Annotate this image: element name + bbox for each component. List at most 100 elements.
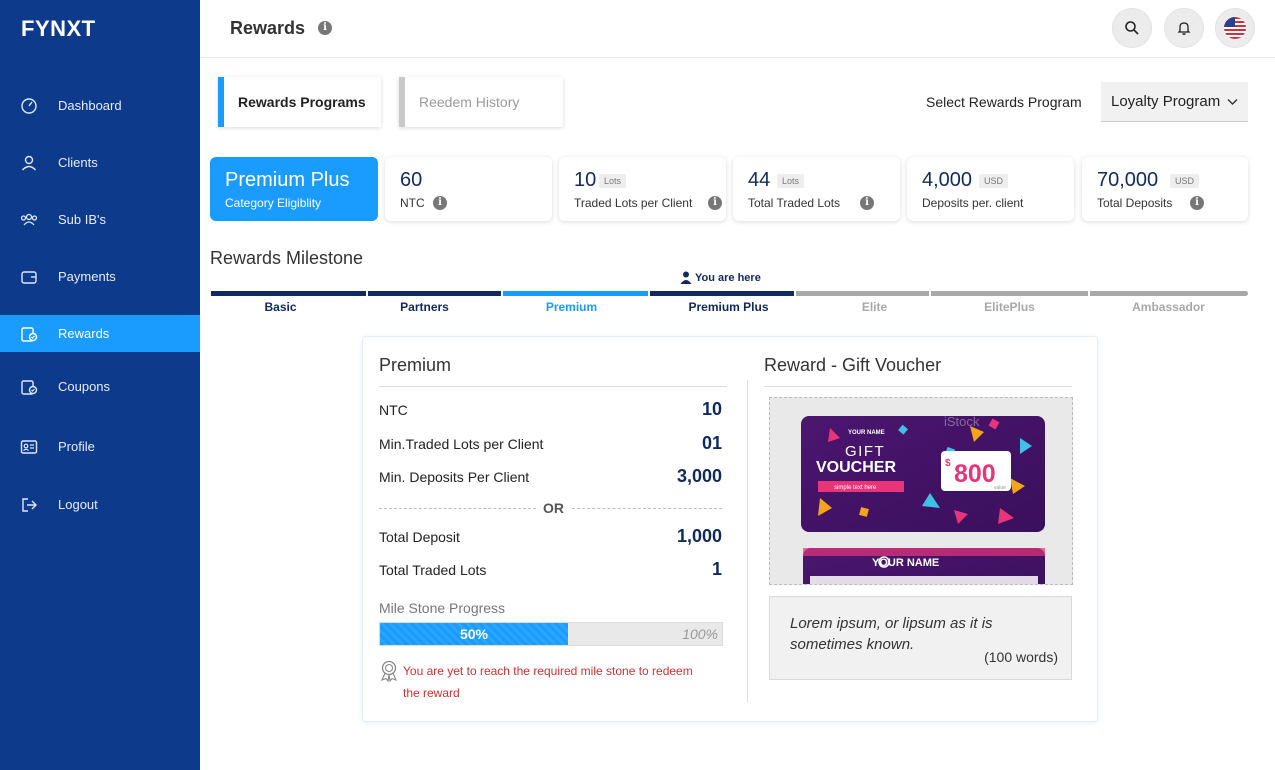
stat-card-ntc: 60 NTC i <box>385 157 552 221</box>
tab-inactive-indicator <box>399 77 405 127</box>
sidebar-item-rewards[interactable]: Rewards <box>0 315 200 352</box>
milestone-segment-elite <box>796 291 929 296</box>
page-title: Rewards <box>230 18 306 38</box>
users-group-icon <box>20 213 38 226</box>
sidebar-item-coupons[interactable]: Coupons <box>0 368 200 405</box>
requirement-value: 01 <box>701 433 722 453</box>
requirement-label: Total Deposit <box>379 529 460 545</box>
stat-label: Total Deposits <box>1097 196 1173 210</box>
stat-card-deposits-per-client: 4,000 USD Deposits per. client <box>907 157 1074 221</box>
fynxt-logo[interactable]: FYNXT <box>21 16 96 42</box>
stat-value: 70,000 <box>1097 169 1159 191</box>
stat-label: Total Traded Lots <box>748 196 841 210</box>
sidebar-item-sub-ibs[interactable]: Sub IB's <box>0 201 200 238</box>
stat-value: 60 <box>400 169 423 191</box>
search-icon <box>1125 21 1139 35</box>
requirement-value: 3,000 <box>676 466 722 486</box>
select-value: Loyalty Program <box>1111 93 1221 110</box>
profile-card-icon <box>20 440 38 454</box>
or-separator: OR <box>379 500 722 516</box>
sidebar-item-label: Profile <box>58 439 95 454</box>
info-icon[interactable]: i <box>1190 196 1204 210</box>
stat-unit: Lots <box>777 174 805 188</box>
or-dash-right <box>572 508 722 509</box>
search-button[interactable] <box>1112 8 1152 48</box>
milestone-title: Rewards Milestone <box>210 248 364 268</box>
sidebar-item-label: Logout <box>58 497 98 512</box>
stat-unit: USD <box>979 174 1009 188</box>
milestone-label-ambassador[interactable]: Ambassador <box>1090 300 1247 314</box>
milestone-segment-partners <box>368 291 501 296</box>
requirement-label: Total Traded Lots <box>379 562 487 578</box>
stat-unit: USD <box>1170 174 1200 188</box>
detail-divider <box>379 386 727 387</box>
stat-label: NTC <box>400 196 425 210</box>
progress-max: 100% <box>682 626 718 642</box>
voucher-amount-sub: value <box>994 485 1006 491</box>
milestone-segment-ambassador <box>1090 291 1248 296</box>
voucher-tagline: simple text here <box>834 485 877 491</box>
logout-icon <box>22 498 37 512</box>
us-flag-icon <box>1224 17 1246 39</box>
requirement-label: Min. Deposits Per Client <box>379 469 530 485</box>
sidebar-item-label: Payments <box>58 269 116 284</box>
rewards-program-select[interactable]: Loyalty Program <box>1101 82 1248 122</box>
sidebar-item-label: Rewards <box>58 326 110 341</box>
language-button[interactable] <box>1215 8 1255 48</box>
stat-card-total-deposits: 70,000 USD Total Deposits i <box>1082 157 1248 221</box>
tab-label: Reedem History <box>419 94 520 110</box>
milestone-segment-premium-plus <box>650 291 794 296</box>
category-label: Category Eligiblity <box>225 196 322 210</box>
milestone-label-elite[interactable]: Elite <box>796 300 953 314</box>
sidebar-item-label: Dashboard <box>58 98 122 113</box>
tab-rewards-programs[interactable]: Rewards Programs <box>218 77 381 127</box>
category-eligibility-card: Premium Plus Category Eligiblity <box>210 157 378 221</box>
reward-word-count: (100 words) <box>984 649 1058 665</box>
voucher-illustration: YOUR NAME GIFT VOUCHER simple text here … <box>801 414 1045 584</box>
user-icon <box>21 155 37 171</box>
stat-unit: Lots <box>599 174 627 188</box>
reward-divider <box>764 386 1072 387</box>
voucher-currency: $ <box>945 458 951 469</box>
sidebar: FYNXT Dashboard Clients Sub IB's Payment… <box>0 0 200 770</box>
milestone-label-premium-plus[interactable]: Premium Plus <box>650 300 807 314</box>
stat-label: Deposits per. client <box>922 196 1024 210</box>
sidebar-item-label: Clients <box>58 155 98 170</box>
info-icon[interactable]: i <box>433 196 447 210</box>
info-icon[interactable]: i <box>708 196 722 210</box>
sidebar-item-clients[interactable]: Clients <box>0 144 200 181</box>
or-dash-left <box>379 508 536 509</box>
info-icon[interactable]: i <box>860 196 874 210</box>
requirement-label: NTC <box>379 402 408 418</box>
sidebar-item-payments[interactable]: Payments <box>0 258 200 295</box>
sidebar-item-dashboard[interactable]: Dashboard <box>0 87 200 124</box>
milestone-label-basic[interactable]: Basic <box>211 300 350 314</box>
milestone-label-eliteplus[interactable]: ElitePlus <box>931 300 1088 314</box>
milestone-label-partners[interactable]: Partners <box>368 300 481 314</box>
milestone-segment-eliteplus <box>931 291 1088 296</box>
voucher-line1: GIFT <box>845 443 885 460</box>
reward-description-box: Lorem ipsum, or lipsum as it is sometime… <box>769 596 1072 680</box>
milestone-warning-text: You are yet to reach the required mile s… <box>403 664 693 700</box>
category-value: Premium Plus <box>225 169 350 191</box>
sidebar-item-label: Coupons <box>58 379 111 394</box>
stat-value: 10 <box>574 169 597 191</box>
milestone-label-premium[interactable]: Premium <box>503 300 640 314</box>
voucher-watermark: iStock <box>944 414 980 429</box>
sidebar-item-logout[interactable]: Logout <box>0 486 200 523</box>
requirement-value: 10 <box>701 399 722 419</box>
voucher-brand-bottom: YOUR NAME <box>872 557 939 569</box>
info-icon[interactable]: i <box>318 21 332 35</box>
program-select-label: Select Rewards Program <box>926 94 1082 110</box>
tab-label: Rewards Programs <box>238 94 366 110</box>
stat-value: 44 <box>748 169 771 191</box>
coupon-icon <box>21 380 38 395</box>
voucher-brand-small: YOUR NAME <box>848 430 885 436</box>
dashboard-icon <box>21 98 37 114</box>
notifications-button[interactable] <box>1164 8 1204 48</box>
progress-value: 50% <box>459 626 489 642</box>
card-vertical-divider <box>747 380 748 702</box>
user-icon <box>680 271 692 284</box>
tab-redeem-history[interactable]: Reedem History <box>399 77 563 127</box>
sidebar-item-profile[interactable]: Profile <box>0 428 200 465</box>
